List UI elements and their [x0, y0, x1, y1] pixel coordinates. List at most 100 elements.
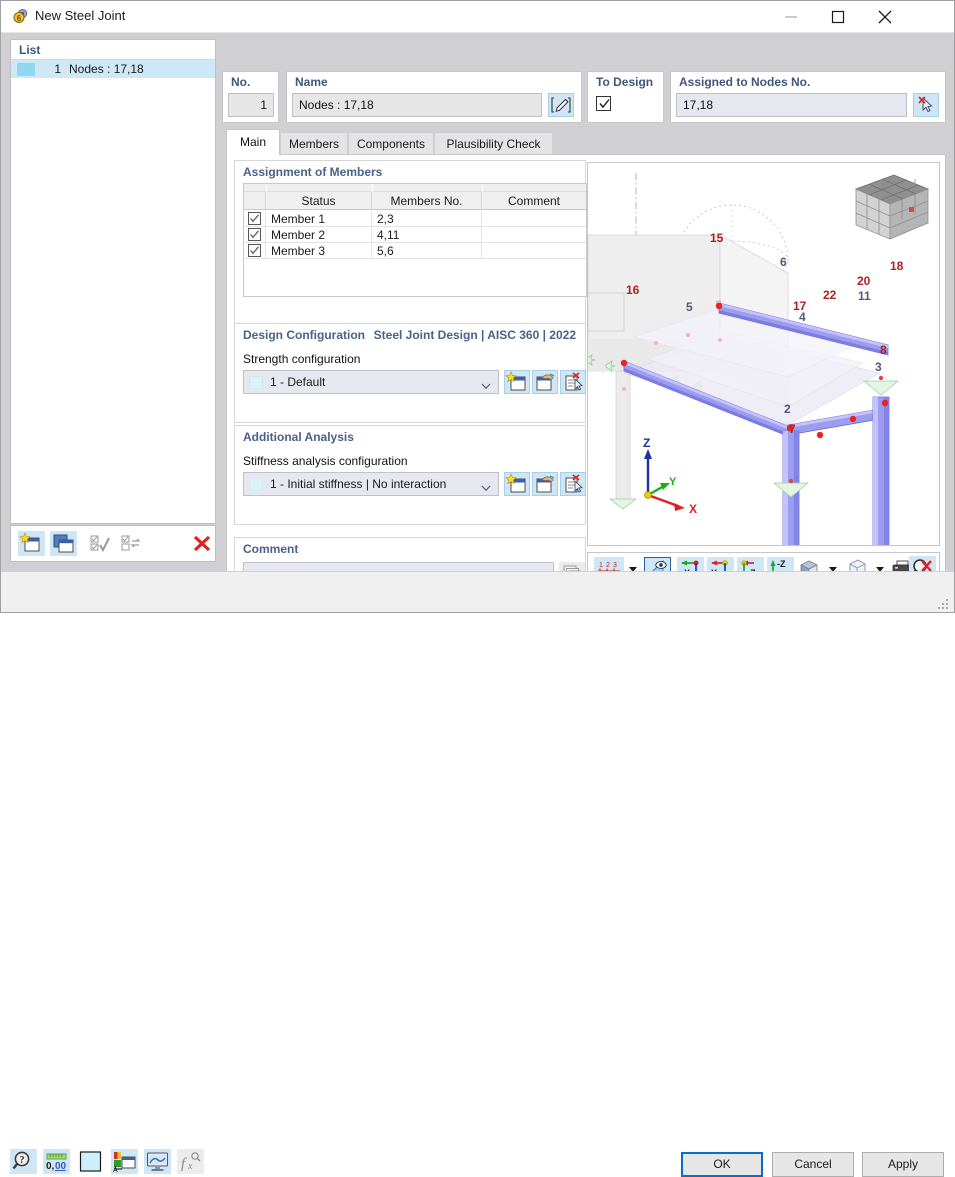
svg-text:3: 3 [613, 562, 617, 569]
window-title: New Steel Joint [35, 8, 126, 23]
steel-joint-icon: 6 [11, 7, 31, 27]
dialog-body: List 1 Nodes : 17,18 No. 1 Name Nodes: … [1, 33, 954, 602]
stiffness-configuration-value: 1 - Initial stiffness | No interaction [270, 477, 447, 491]
assigned-nodes-label: Assigned to Nodes No. [679, 75, 811, 89]
edit-configuration-button[interactable] [532, 370, 558, 394]
select-all-button[interactable] [87, 531, 114, 556]
assignment-title: Assignment of Members [243, 165, 383, 179]
delete-configuration-button[interactable] [560, 370, 586, 394]
name-field-group: Name [286, 71, 582, 123]
resize-grip[interactable] [938, 597, 950, 609]
svg-text:A: A [113, 1167, 118, 1173]
delete-stiffness-configuration-button[interactable] [560, 472, 586, 496]
stiffness-configuration-label: Stiffness analysis configuration [243, 454, 408, 468]
close-button[interactable] [862, 1, 908, 32]
node-label-15: 15 [710, 231, 724, 245]
design-standard-label: Steel Joint Design | AISC 360 | 2022 [373, 328, 576, 342]
function-icon[interactable]: f x [177, 1149, 204, 1174]
table-row[interactable]: Member 3 5,6 [244, 243, 586, 259]
assigned-nodes-input[interactable] [676, 93, 907, 117]
row-comment [482, 243, 586, 259]
member-label-5: 5 [686, 300, 693, 314]
to-design-checkbox[interactable] [596, 96, 611, 111]
list-grid-line-2 [64, 58, 65, 78]
steel-joint-dialog: 6 New Steel Joint List 1 Nodes : 17,18 N… [0, 0, 955, 1177]
list-item-number: 1 [54, 62, 61, 76]
model-viewport[interactable]: Z X Y 15 16 18 20 22 17 7 8 11 4 5 6 2 3 [587, 162, 940, 546]
member-label-11: 11 [858, 289, 871, 303]
row-status: Member 2 [266, 227, 372, 243]
row-members-no: 2,3 [372, 211, 482, 227]
ok-button[interactable]: OK [681, 1152, 763, 1177]
new-joint-button[interactable] [18, 531, 45, 556]
tab-main[interactable]: Main [226, 129, 280, 155]
strength-configuration-label: Strength configuration [243, 352, 361, 366]
table-column-resize-bar[interactable] [244, 184, 586, 192]
table-header-status: Status [266, 192, 372, 210]
chevron-down-icon [481, 481, 491, 495]
assignment-of-members-group: Assignment of Members Status Members No.… [234, 160, 587, 325]
name-input[interactable] [292, 93, 542, 117]
edit-stiffness-configuration-button[interactable] [532, 472, 558, 496]
decimal-places-icon[interactable]: 0, 00 [43, 1149, 70, 1174]
color-swatch [17, 63, 35, 76]
svg-text:Y: Y [669, 476, 677, 488]
row-check-cell [244, 243, 266, 259]
assigned-nodes-field-group: Assigned to Nodes No. [670, 71, 946, 123]
model-3d-graphic: Z X Y [588, 163, 939, 545]
cancel-button[interactable]: Cancel [772, 1152, 854, 1177]
monitor-icon[interactable] [144, 1149, 171, 1174]
row-comment [482, 211, 586, 227]
edit-pencil-icon[interactable] [548, 93, 574, 117]
member-label-3: 3 [875, 360, 882, 374]
list-header: List [11, 40, 215, 60]
table-header-comment: Comment [507, 194, 560, 208]
delete-joint-button[interactable] [189, 531, 216, 556]
invert-selection-button[interactable] [118, 531, 145, 556]
number-input[interactable] [228, 93, 274, 117]
node-label-22: 22 [823, 288, 837, 302]
table-row[interactable]: Member 2 4,11 [244, 227, 586, 243]
pick-nodes-cursor-icon[interactable] [913, 93, 939, 117]
list-item-label: Nodes : 17,18 [69, 62, 144, 76]
list-item[interactable]: 1 Nodes : 17,18 [11, 60, 215, 78]
tab-strip: Main Members Components Plausibility Che… [226, 129, 946, 155]
member-label-6: 6 [780, 255, 787, 269]
apply-button[interactable]: Apply [862, 1152, 944, 1177]
new-stiffness-configuration-button[interactable] [504, 472, 530, 496]
color-swatch-icon[interactable] [77, 1149, 104, 1174]
list-grid-line-1 [43, 58, 44, 78]
additional-analysis-group: Additional Analysis Stiffness analysis c… [234, 425, 586, 525]
node-label-18: 18 [890, 259, 904, 273]
minimize-button[interactable] [768, 1, 814, 32]
tab-members[interactable]: Members [280, 132, 348, 155]
row-status: Member 3 [266, 243, 372, 259]
maximize-button[interactable] [815, 1, 861, 32]
row-comment [482, 227, 586, 243]
dialog-footer: ? 0, 00 A f x OK Cancel Apply [1, 571, 954, 1177]
row-status: Member 1 [266, 211, 372, 227]
chevron-down-icon [481, 379, 491, 393]
display-properties-icon[interactable]: A [111, 1149, 138, 1174]
new-configuration-button[interactable] [504, 370, 530, 394]
strength-configuration-select[interactable]: 1 - Default [243, 370, 499, 394]
configuration-color-swatch [249, 376, 263, 389]
svg-text:x: x [187, 1161, 193, 1172]
svg-text:6: 6 [17, 14, 22, 23]
tab-components[interactable]: Components [348, 132, 434, 155]
table-row[interactable]: Member 1 2,3 [244, 211, 586, 227]
design-configuration-group: Design Configuration Steel Joint Design … [234, 323, 586, 423]
copy-joint-button[interactable] [50, 531, 77, 556]
tab-plausibility-check[interactable]: Plausibility Check [434, 132, 553, 155]
member-label-2: 2 [784, 402, 791, 416]
stiffness-configuration-select[interactable]: 1 - Initial stiffness | No interaction [243, 472, 499, 496]
node-label-8: 8 [880, 343, 887, 357]
node-label-7: 7 [789, 422, 796, 436]
svg-text:X: X [689, 502, 697, 516]
svg-text:-Z: -Z [777, 559, 786, 569]
joint-list-panel: List 1 Nodes : 17,18 [10, 39, 216, 524]
row-members-no: 4,11 [372, 227, 482, 243]
title-bar: 6 New Steel Joint [1, 1, 954, 33]
member-label-4: 4 [799, 310, 806, 324]
question-magnifier-icon[interactable]: ? [10, 1149, 37, 1174]
